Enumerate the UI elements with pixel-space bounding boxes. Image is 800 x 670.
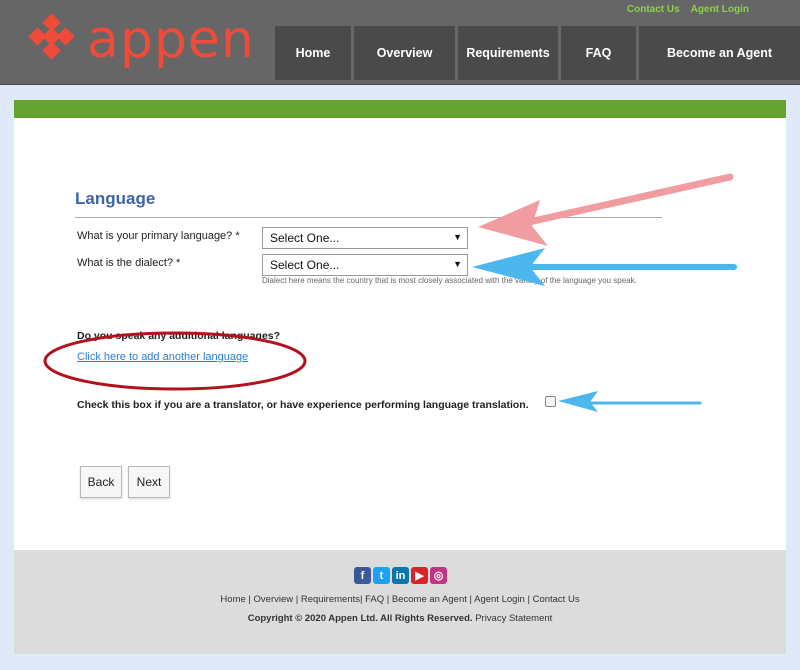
section-divider <box>75 217 662 218</box>
nav-overview[interactable]: Overview <box>354 26 455 80</box>
contact-us-link[interactable]: Contact Us <box>627 4 680 15</box>
dialect-hint: Dialect here means the country that is m… <box>262 276 637 285</box>
next-button[interactable]: Next <box>128 466 170 498</box>
copyright-text: Copyright © 2020 Appen Ltd. All Rights R… <box>247 613 473 624</box>
footer-links: Home | Overview | Requirements| FAQ | Be… <box>220 594 580 605</box>
content-card: Language What is your primary language? … <box>14 100 786 550</box>
dialect-label: What is the dialect? * <box>77 257 181 269</box>
translator-label: Check this box if you are a translator, … <box>77 399 529 411</box>
dialect-value: Select One... <box>270 258 340 272</box>
footer-link-become-agent[interactable]: Become an Agent <box>392 594 467 605</box>
top-links: Contact Us Agent Login <box>627 4 749 15</box>
primary-language-value: Select One... <box>270 231 340 245</box>
section-title: Language <box>75 189 156 208</box>
logo-wordmark: appen <box>87 10 255 70</box>
facebook-icon[interactable]: f <box>354 567 371 584</box>
primary-language-select[interactable]: Select One... ▼ <box>262 227 468 249</box>
footer-link-faq[interactable]: FAQ <box>365 594 384 605</box>
instagram-icon[interactable]: ◎ <box>430 567 447 584</box>
footer-link-overview[interactable]: Overview <box>254 594 294 605</box>
main-nav: Home Overview Requirements FAQ Become an… <box>275 26 800 80</box>
chevron-down-icon: ▼ <box>453 259 462 269</box>
site-header: Contact Us Agent Login appen Home Overvi… <box>0 0 800 85</box>
translator-checkbox[interactable] <box>545 396 556 407</box>
privacy-statement-link[interactable]: Privacy Statement <box>475 613 552 624</box>
footer-link-requirements[interactable]: Requirements <box>301 594 360 605</box>
appen-logo[interactable]: appen <box>26 10 266 74</box>
nav-become-agent[interactable]: Become an Agent <box>639 26 800 80</box>
linkedin-icon[interactable]: in <box>392 567 409 584</box>
chevron-down-icon: ▼ <box>453 232 462 242</box>
nav-faq[interactable]: FAQ <box>561 26 636 80</box>
youtube-icon[interactable]: ▶ <box>411 567 428 584</box>
site-footer: f t in ▶ ◎ Home | Overview | Requirement… <box>14 550 786 654</box>
appen-diamond-logo-icon <box>28 14 75 60</box>
footer-link-agent-login[interactable]: Agent Login <box>474 594 525 605</box>
copyright: Copyright © 2020 Appen Ltd. All Rights R… <box>14 613 786 624</box>
agent-login-link[interactable]: Agent Login <box>691 4 749 15</box>
social-icons: f t in ▶ ◎ <box>354 567 447 584</box>
twitter-icon[interactable]: t <box>373 567 390 584</box>
footer-link-home[interactable]: Home <box>220 594 245 605</box>
back-button[interactable]: Back <box>80 466 122 498</box>
dialect-select[interactable]: Select One... ▼ <box>262 254 468 276</box>
add-language-link[interactable]: Click here to add another language <box>77 351 248 363</box>
footer-link-contact[interactable]: Contact Us <box>533 594 580 605</box>
primary-language-label: What is your primary language? * <box>77 230 240 242</box>
green-banner <box>14 100 786 118</box>
nav-requirements[interactable]: Requirements <box>458 26 558 80</box>
nav-home[interactable]: Home <box>275 26 351 80</box>
additional-languages-label: Do you speak any additional languages? <box>77 330 281 342</box>
